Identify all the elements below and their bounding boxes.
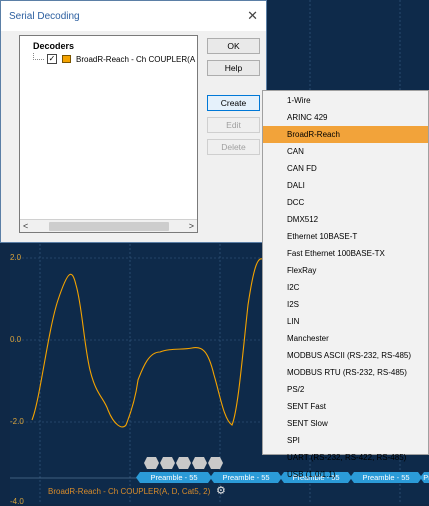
menu-item-1-wire[interactable]: 1-Wire bbox=[263, 92, 428, 109]
dialog-titlebar[interactable]: Serial Decoding ✕ bbox=[1, 1, 266, 31]
menu-item-flexray[interactable]: FlexRay bbox=[263, 262, 428, 279]
create-button[interactable]: Create bbox=[207, 95, 260, 111]
menu-item-arinc-429[interactable]: ARINC 429 bbox=[263, 109, 428, 126]
menu-item-uart[interactable]: UART (RS-232, RS-422, RS-485) bbox=[263, 449, 428, 466]
menu-item-fast-ethernet[interactable]: Fast Ethernet 100BASE-TX bbox=[263, 245, 428, 262]
y-tick-label: -2.0 bbox=[10, 417, 24, 426]
menu-item-spi[interactable]: SPI bbox=[263, 432, 428, 449]
hex-cell bbox=[208, 457, 223, 469]
hex-cell bbox=[176, 457, 191, 469]
hex-cell bbox=[160, 457, 175, 469]
help-button[interactable]: Help bbox=[207, 60, 260, 76]
bus-label[interactable]: BroadR-Reach - Ch COUPLER(A, D, Cat5, 2) bbox=[48, 487, 210, 496]
menu-item-sent-fast[interactable]: SENT Fast bbox=[263, 398, 428, 415]
menu-item-sent-slow[interactable]: SENT Slow bbox=[263, 415, 428, 432]
decoder-tree[interactable]: Decoders ✓ BroadR-Reach - Ch COUPLER(A <… bbox=[19, 35, 198, 233]
y-tick-label: 2.0 bbox=[10, 253, 22, 262]
tree-connector bbox=[33, 52, 44, 60]
menu-item-lin[interactable]: LIN bbox=[263, 313, 428, 330]
menu-item-i2s[interactable]: I2S bbox=[263, 296, 428, 313]
menu-item-can-fd[interactable]: CAN FD bbox=[263, 160, 428, 177]
create-decoder-menu: 1-Wire ARINC 429 BroadR-Reach CAN CAN FD… bbox=[262, 90, 429, 479]
y-tick-label: 0.0 bbox=[10, 335, 22, 344]
menu-item-manchester[interactable]: Manchester bbox=[263, 330, 428, 347]
menu-item-dmx512[interactable]: DMX512 bbox=[263, 211, 428, 228]
ok-button[interactable]: OK bbox=[207, 38, 260, 54]
waveform-trace bbox=[31, 258, 273, 428]
hex-cell bbox=[144, 457, 159, 469]
scroll-right-icon[interactable]: > bbox=[189, 221, 194, 231]
scroll-thumb[interactable] bbox=[48, 221, 169, 231]
menu-item-broadr-reach[interactable]: BroadR-Reach bbox=[263, 126, 428, 143]
decoder-checkbox[interactable]: ✓ bbox=[47, 54, 57, 64]
decoder-item[interactable]: ✓ BroadR-Reach - Ch COUPLER(A bbox=[33, 52, 196, 64]
serial-decoding-dialog: Serial Decoding ✕ Decoders ✓ BroadR-Reac… bbox=[0, 0, 267, 243]
menu-item-ethernet-10base-t[interactable]: Ethernet 10BASE-T bbox=[263, 228, 428, 245]
horizontal-scrollbar[interactable]: < > bbox=[20, 219, 197, 232]
menu-item-modbus-ascii[interactable]: MODBUS ASCII (RS-232, RS-485) bbox=[263, 347, 428, 364]
packet-preamble[interactable]: Preamble - 55 bbox=[136, 472, 212, 483]
menu-item-i2c[interactable]: I2C bbox=[263, 279, 428, 296]
menu-item-modbus-rtu[interactable]: MODBUS RTU (RS-232, RS-485) bbox=[263, 364, 428, 381]
y-tick-label: -4.0 bbox=[10, 497, 24, 506]
edit-button[interactable]: Edit bbox=[207, 117, 260, 133]
menu-item-can[interactable]: CAN bbox=[263, 143, 428, 160]
close-icon[interactable]: ✕ bbox=[247, 8, 258, 24]
decoder-color-swatch bbox=[62, 55, 71, 63]
delete-button[interactable]: Delete bbox=[207, 139, 260, 155]
gear-icon[interactable]: ⚙ bbox=[216, 484, 226, 497]
menu-item-dali[interactable]: DALI bbox=[263, 177, 428, 194]
dialog-title: Serial Decoding bbox=[9, 10, 80, 22]
hex-cell bbox=[192, 457, 207, 469]
menu-item-ps2[interactable]: PS/2 bbox=[263, 381, 428, 398]
menu-item-usb[interactable]: USB (1.0/1.1) bbox=[263, 466, 428, 483]
packet-hex-row bbox=[144, 457, 223, 469]
scroll-left-icon[interactable]: < bbox=[23, 221, 28, 231]
tree-header: Decoders bbox=[33, 41, 75, 51]
menu-item-dcc[interactable]: DCC bbox=[263, 194, 428, 211]
decoder-label: BroadR-Reach - Ch COUPLER(A bbox=[76, 54, 196, 64]
